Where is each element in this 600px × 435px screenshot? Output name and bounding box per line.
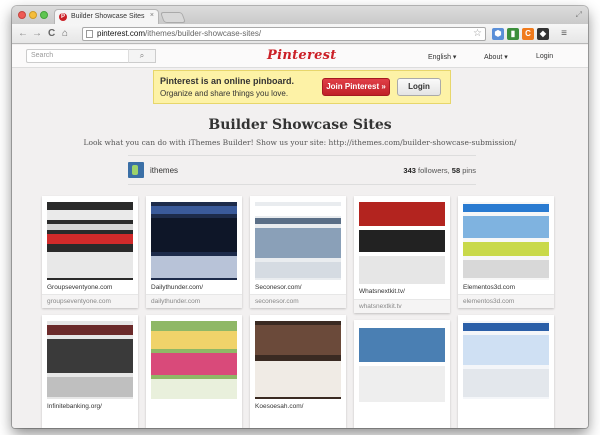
followers-count[interactable]: 343	[403, 166, 416, 175]
pin-caption: Infinitebanking.org/	[47, 403, 102, 410]
url-path: /ithemes/builder-showcase-sites/	[145, 29, 262, 38]
page-content: Search ⌕ Pinterest English ▾ About ▾ Log…	[12, 45, 588, 428]
signup-banner: Pinterest is an online pinboard. Organiz…	[153, 70, 451, 104]
pin-card[interactable]: Groupseventyone.com groupseventyone.com	[42, 196, 138, 308]
pin-thumbnail[interactable]	[463, 321, 549, 399]
pin-card[interactable]: Seconesor.com/ seconesor.com	[250, 196, 346, 308]
pin-source[interactable]: elementos3d.com	[458, 294, 554, 308]
pin-card[interactable]: Koesoesah.com/	[250, 315, 346, 428]
pin-thumbnail[interactable]	[47, 321, 133, 399]
board-owner-row: ithemes 343 followers, 58 pins	[128, 155, 476, 185]
owner-name[interactable]: ithemes	[150, 166, 178, 175]
reload-button[interactable]: C	[48, 28, 55, 40]
pin-caption: Koesoesah.com/	[255, 403, 304, 410]
tab-close-icon[interactable]: ×	[150, 12, 154, 19]
pin-thumbnail[interactable]	[255, 321, 341, 399]
pin-caption: Elementos3d.com	[463, 284, 516, 291]
minimize-window-button[interactable]	[29, 11, 37, 19]
pin-source[interactable]: groupseventyone.com	[42, 294, 138, 308]
new-tab-button[interactable]	[159, 12, 187, 23]
menu-icon[interactable]: ≡	[558, 28, 570, 40]
pin-thumbnail[interactable]	[359, 202, 445, 284]
banner-login-button[interactable]: Login	[397, 78, 441, 96]
pin-thumbnail[interactable]	[151, 321, 237, 399]
zoom-window-button[interactable]	[40, 11, 48, 19]
fullscreen-icon[interactable]: ⤢	[576, 10, 582, 20]
pin-caption: Seconesor.com/	[255, 284, 302, 291]
board-description: Look what you can do with iThemes Builde…	[83, 138, 517, 147]
tab-builder-showcase[interactable]: P Builder Showcase Sites ×	[54, 9, 159, 24]
pin-source[interactable]: whatsnextkit.tv	[354, 299, 450, 313]
pin-source[interactable]: dailythunder.com	[146, 294, 242, 308]
pin-thumbnail[interactable]	[151, 202, 237, 280]
board-stats: 343 followers, 58 pins	[403, 166, 476, 175]
pin-card[interactable]: Whatsnextkit.tv/ whatsnextkit.tv	[354, 196, 450, 313]
pin-source[interactable]: seconesor.com	[250, 294, 346, 308]
language-menu[interactable]: English ▾	[428, 53, 456, 61]
pin-caption: Groupseventyone.com	[47, 284, 113, 291]
pin-caption: Whatsnextkit.tv/	[359, 288, 405, 295]
avatar[interactable]	[128, 162, 144, 178]
address-bar[interactable]: pinterest.com/ithemes/builder-showcase-s…	[82, 27, 486, 41]
c-extension-icon[interactable]: C	[522, 28, 534, 40]
board-title: Builder Showcase Sites	[208, 117, 392, 133]
pinterest-logo[interactable]: Pinterest	[267, 48, 337, 63]
pin-caption: Dailythunder.com/	[151, 284, 204, 291]
browser-window: P Builder Showcase Sites × ⤢ ← → C ⌂ pin…	[12, 6, 588, 428]
bookmark-icon[interactable]: ▮	[507, 28, 519, 40]
home-button[interactable]: ⌂	[62, 28, 68, 40]
tab-bar: P Builder Showcase Sites × ⤢	[12, 6, 588, 24]
pin-card[interactable]	[354, 320, 450, 428]
pin-thumbnail[interactable]	[463, 202, 549, 280]
banner-subtitle: Organize and share things you love.	[160, 89, 289, 98]
pin-card[interactable]: Elementos3d.com elementos3d.com	[458, 196, 554, 308]
about-menu[interactable]: About ▾	[484, 53, 508, 61]
pin-card[interactable]: Dailythunder.com/ dailythunder.com	[146, 196, 242, 308]
puzzle-icon[interactable]: ⬢	[492, 28, 504, 40]
back-button[interactable]: ←	[18, 28, 28, 40]
forward-button[interactable]: →	[32, 28, 42, 40]
followers-label: followers,	[418, 166, 450, 175]
login-link[interactable]: Login	[536, 53, 553, 60]
pin-card[interactable]	[458, 315, 554, 428]
tab-title: Builder Showcase Sites	[71, 13, 145, 20]
pin-card[interactable]: Infinitebanking.org/	[42, 315, 138, 428]
site-header: Search ⌕ Pinterest English ▾ About ▾ Log…	[12, 45, 588, 68]
bookmark-star-icon[interactable]: ☆	[473, 28, 482, 39]
pinterest-favicon-icon: P	[59, 13, 67, 21]
pin-thumbnail[interactable]	[359, 326, 445, 404]
pins-count[interactable]: 58	[452, 166, 460, 175]
url-host: pinterest.com	[97, 29, 146, 38]
shield-icon[interactable]: ◆	[537, 28, 549, 40]
pin-thumbnail[interactable]	[255, 202, 341, 280]
pins-label: pins	[462, 166, 476, 175]
browser-toolbar: ← → C ⌂ pinterest.com/ithemes/builder-sh…	[12, 24, 588, 44]
banner-title: Pinterest is an online pinboard.	[160, 76, 295, 86]
join-pinterest-button[interactable]: Join Pinterest »	[322, 78, 390, 96]
page-icon	[86, 30, 93, 38]
search-icon[interactable]: ⌕	[128, 49, 156, 63]
close-window-button[interactable]	[18, 11, 26, 19]
pin-card[interactable]	[146, 315, 242, 428]
pin-thumbnail[interactable]	[47, 202, 133, 280]
